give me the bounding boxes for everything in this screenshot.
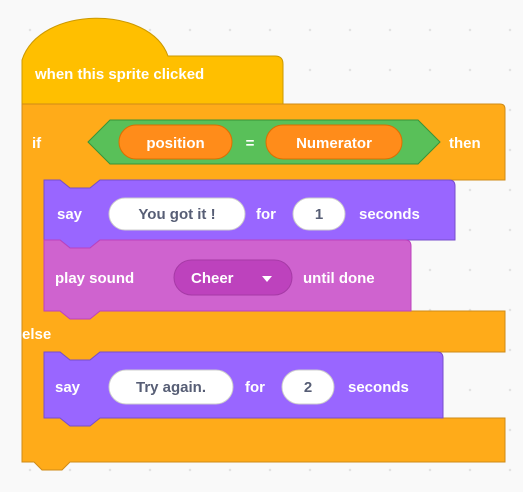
play-sound-until-done-block[interactable]: play sound Cheer until done bbox=[43, 239, 412, 320]
say-for-seconds-block-2[interactable]: say Try again. for 2 seconds bbox=[43, 351, 444, 427]
message-input-1[interactable]: You got it ! bbox=[108, 197, 246, 231]
seconds-label: seconds bbox=[348, 379, 409, 396]
scripts-area[interactable]: when this sprite clicked if then else po… bbox=[0, 0, 523, 487]
for-label: for bbox=[256, 206, 276, 223]
play-sound-label: play sound bbox=[55, 270, 134, 287]
when-sprite-clicked-hat-block[interactable]: when this sprite clicked bbox=[21, 17, 284, 109]
sound-name: Cheer bbox=[191, 270, 234, 287]
numerator-variable-reporter[interactable]: Numerator bbox=[265, 124, 403, 160]
seconds-input-1[interactable]: 1 bbox=[292, 197, 346, 231]
equals-operator-block[interactable]: position = Numerator bbox=[87, 119, 441, 165]
say-for-seconds-block-1[interactable]: say You got it ! for 1 seconds bbox=[43, 179, 456, 249]
sound-menu-dropdown[interactable]: Cheer bbox=[173, 259, 293, 296]
else-label: else bbox=[22, 326, 51, 343]
message-value: Try again. bbox=[136, 379, 206, 396]
say-label: say bbox=[55, 379, 81, 396]
for-label: for bbox=[245, 379, 265, 396]
script-stack: when this sprite clicked if then else po… bbox=[21, 17, 506, 471]
then-label: then bbox=[449, 135, 481, 152]
hat-label: when this sprite clicked bbox=[34, 66, 204, 83]
seconds-value: 1 bbox=[315, 206, 323, 223]
until-done-label: until done bbox=[303, 270, 375, 287]
seconds-label: seconds bbox=[359, 206, 420, 223]
equals-sign: = bbox=[246, 135, 255, 152]
left-variable-name: position bbox=[146, 135, 204, 152]
right-variable-name: Numerator bbox=[296, 135, 372, 152]
say-label: say bbox=[57, 206, 83, 223]
seconds-input-2[interactable]: 2 bbox=[281, 369, 335, 405]
if-label: if bbox=[32, 135, 42, 152]
position-variable-reporter[interactable]: position bbox=[118, 124, 233, 160]
message-input-2[interactable]: Try again. bbox=[108, 369, 234, 405]
message-value: You got it ! bbox=[138, 206, 215, 223]
seconds-value: 2 bbox=[304, 379, 312, 396]
